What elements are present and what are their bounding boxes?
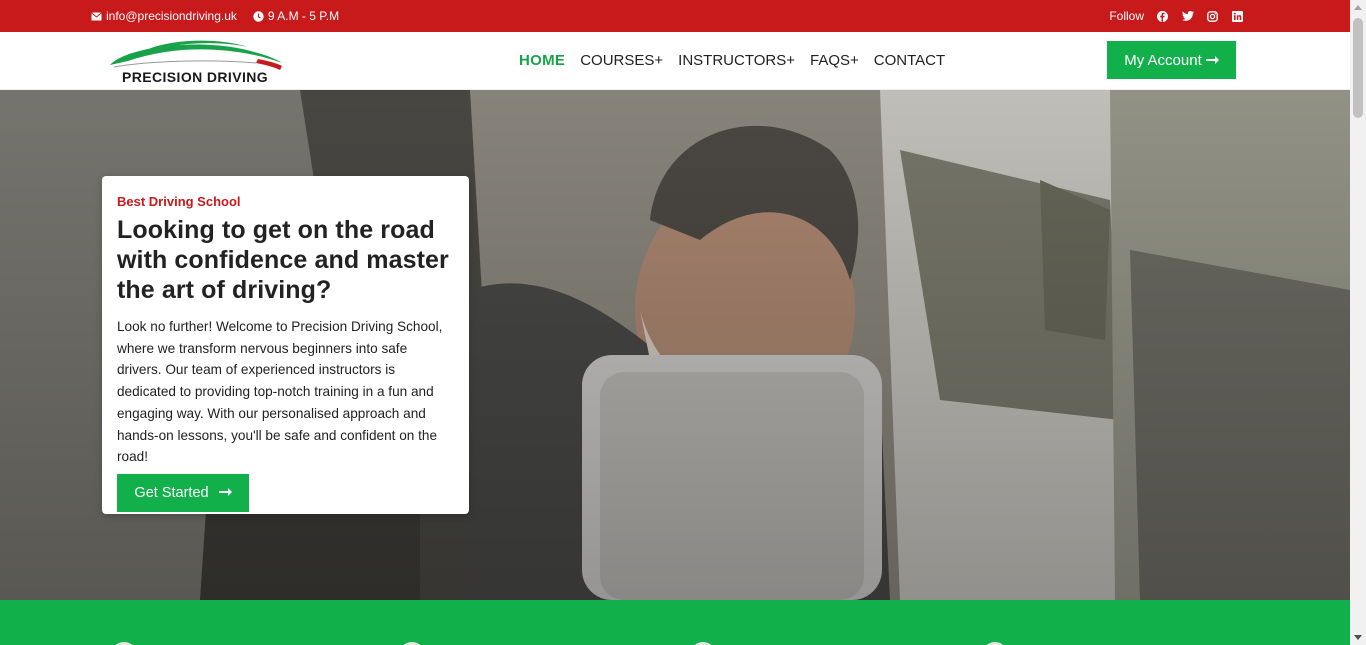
nav-home[interactable]: HOME	[519, 52, 565, 69]
site-logo[interactable]: PRECISION DRIVING	[108, 37, 284, 85]
hero-banner: Best Driving School Looking to get on th…	[0, 90, 1350, 600]
nav-faqs[interactable]: FAQS+	[810, 52, 859, 69]
linkedin-icon[interactable]	[1231, 10, 1244, 23]
hours-text: 9 A.M - 5 P.M	[267, 9, 340, 23]
scroll-up-arrow-icon[interactable]	[1354, 5, 1362, 10]
arrow-right-icon	[218, 485, 232, 501]
site-header: PRECISION DRIVING HOME COURSES+ INSTRUCT…	[0, 32, 1350, 90]
instagram-icon[interactable]	[1206, 10, 1219, 23]
page-scrollbar[interactable]	[1350, 0, 1366, 645]
nav-contact[interactable]: CONTACT	[874, 52, 945, 69]
features-band	[0, 600, 1350, 645]
hero-kicker: Best Driving School	[117, 194, 241, 209]
scrollbar-thumb[interactable]	[1353, 18, 1363, 118]
envelope-icon	[91, 11, 102, 21]
my-account-label: My Account	[1124, 51, 1202, 69]
get-started-label: Get Started	[134, 484, 209, 501]
facebook-icon[interactable]	[1156, 10, 1169, 23]
get-started-button[interactable]: Get Started	[117, 473, 249, 512]
hero-description: Look no further! Welcome to Precision Dr…	[117, 319, 443, 465]
hero-title: Looking to get on the road with confiden…	[117, 216, 449, 304]
nav-instructors[interactable]: INSTRUCTORS+	[678, 52, 795, 69]
opening-hours: 9 A.M - 5 P.M	[253, 9, 339, 23]
hero-card: Best Driving School Looking to get on th…	[102, 176, 469, 514]
nav-courses[interactable]: COURSES+	[580, 52, 663, 69]
arrow-right-icon	[1205, 52, 1219, 69]
scroll-down-arrow-icon[interactable]	[1354, 635, 1362, 640]
car-swoosh-logo-art	[110, 40, 282, 70]
follow-label: Follow	[1109, 9, 1144, 23]
twitter-icon[interactable]	[1181, 10, 1194, 23]
top-contact-bar: info@precisiondriving.uk 9 A.M - 5 P.M F…	[0, 0, 1350, 32]
email-contact[interactable]: info@precisiondriving.uk	[91, 9, 237, 23]
clock-icon	[253, 10, 264, 22]
logo-text: PRECISION DRIVING	[122, 69, 269, 85]
my-account-button[interactable]: My Account	[1107, 41, 1236, 79]
main-navigation: HOME COURSES+ INSTRUCTORS+ FAQS+ CONTACT	[519, 52, 945, 69]
email-text[interactable]: info@precisiondriving.uk	[106, 9, 237, 23]
